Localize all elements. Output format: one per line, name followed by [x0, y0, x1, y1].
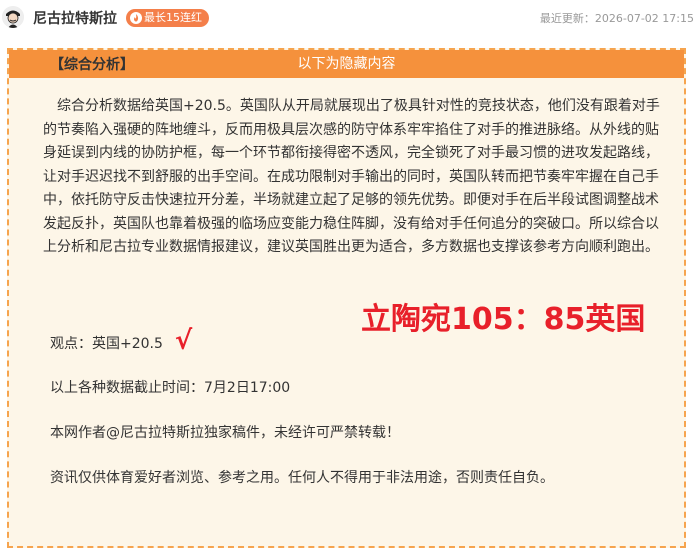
avatar[interactable]	[2, 6, 24, 28]
fire-icon	[130, 12, 142, 24]
author-name[interactable]: 尼古拉特斯拉	[33, 10, 117, 28]
copyright-notice: 本网作者@尼古拉特斯拉独家稿件，未经许可严禁转载！	[50, 425, 400, 441]
analysis-paragraph: 综合分析数据给英国+20.5。英国队从开局就展现出了极具针对性的竞技状态，他们没…	[43, 95, 663, 260]
analysis-paragraph-text: 综合分析数据给英国+20.5。英国队从开局就展现出了极具针对性的竞技状态，他们没…	[43, 98, 660, 255]
data-cutoff-time: 以上各种数据截止时间：7月2日17:00	[50, 380, 291, 396]
section-title: 【综合分析】	[50, 57, 134, 73]
viewpoint-text: 观点：英国+20.5	[50, 336, 163, 352]
streak-badge: 最长15连红	[126, 9, 209, 27]
viewpoint-line: 观点：英国+20.5 √	[50, 328, 192, 354]
avatar-portrait-icon	[2, 6, 24, 28]
last-update-time: 最近更新：2026-07-02 17:15	[539, 12, 694, 25]
disclaimer-notice: 资讯仅供体育爱好者浏览、参考之用。任何人不得用于非法用途，否则责任自负。	[50, 470, 554, 486]
final-score: 立陶宛105：85英国	[361, 302, 646, 337]
author-header: 尼古拉特斯拉 最长15连红 最近更新：2026-07-02 17:15	[0, 0, 697, 38]
check-mark-icon: √	[174, 326, 193, 356]
streak-badge-label: 最长15连红	[144, 11, 202, 24]
